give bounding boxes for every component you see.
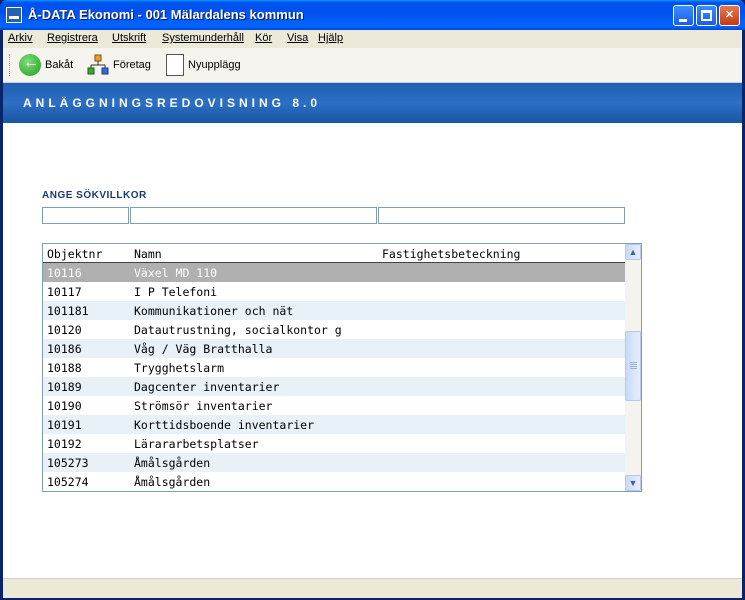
menu-bar: Arkiv Registrera Utskrift Systemunderhål… <box>3 30 742 48</box>
cell-namn: Korttidsboende inventarier <box>134 418 315 432</box>
list-row[interactable]: 105274 Åmålsgården <box>43 472 625 491</box>
cell-namn: Lärararbetsplatser <box>134 437 259 451</box>
status-bar <box>3 578 742 598</box>
cell-namn: Trygghetslarm <box>134 361 225 375</box>
list-row[interactable]: 101181 Kommunikationer och nät <box>43 301 625 320</box>
app-icon <box>6 7 22 23</box>
close-button[interactable]: ✕ <box>719 5 740 26</box>
back-arrow-icon <box>19 54 41 76</box>
cell-namn: Åmålsgården <box>134 475 211 489</box>
minimize-button[interactable] <box>673 5 694 26</box>
list-row[interactable]: 10120 Datautrustning, socialkontor g <box>43 320 625 339</box>
company-button[interactable]: Företag <box>87 54 151 76</box>
cell-objektnr: 10188 <box>47 361 82 375</box>
menu-systemunderhall[interactable]: Systemunderhåll <box>162 32 244 44</box>
menu-arkiv[interactable]: Arkiv <box>8 32 32 44</box>
cell-namn: Dagcenter inventarier <box>134 380 280 394</box>
cell-objektnr: 10186 <box>47 342 82 356</box>
list-row[interactable]: 10190 Strömsör inventarier <box>43 396 625 415</box>
cell-namn: Våg / Väg Bratthalla <box>134 342 273 356</box>
list-row[interactable]: 10191 Korttidsboende inventarier <box>43 415 625 434</box>
search-namn-input[interactable] <box>130 207 377 224</box>
banner-title: ANLÄGGNINGSREDOVISNING 8.0 <box>23 96 322 110</box>
cell-namn: Kommunikationer och nät <box>134 304 294 318</box>
cell-objektnr: 10120 <box>47 323 82 337</box>
cell-objektnr: 105273 <box>47 456 89 470</box>
client-area: Arkiv Registrera Utskrift Systemunderhål… <box>3 30 742 598</box>
new-label: Nyupplägg <box>188 59 241 71</box>
close-icon: ✕ <box>724 9 735 21</box>
document-icon <box>166 54 184 76</box>
menu-hjalp[interactable]: Hjälp <box>318 32 343 44</box>
cell-objektnr: 101181 <box>47 304 89 318</box>
list-header: Objektnr Namn Fastighetsbeteckning <box>43 244 625 263</box>
list-row[interactable]: 10188 Trygghetslarm <box>43 358 625 377</box>
cell-objektnr: 10190 <box>47 399 82 413</box>
app-banner: ANLÄGGNINGSREDOVISNING 8.0 <box>3 83 742 123</box>
list-row[interactable]: 10116 Växel MD 110 <box>43 263 625 282</box>
scroll-thumb[interactable] <box>625 331 641 401</box>
menu-kor[interactable]: Kör <box>255 32 272 44</box>
cell-objektnr: 10117 <box>47 285 82 299</box>
search-fastighet-input[interactable] <box>378 207 625 224</box>
list-row[interactable]: 105273 Åmålsgården <box>43 453 625 472</box>
list-row[interactable]: 10189 Dagcenter inventarier <box>43 377 625 396</box>
cell-objektnr: 10116 <box>47 266 82 280</box>
search-heading: ANGE SÖKVILLKOR <box>42 190 147 201</box>
list-row[interactable]: 10186 Våg / Väg Bratthalla <box>43 339 625 358</box>
column-header-objektnr[interactable]: Objektnr <box>47 247 102 261</box>
result-list[interactable]: Objektnr Namn Fastighetsbeteckning 10116… <box>42 243 642 492</box>
title-bar[interactable]: Å-DATA Ekonomi - 001 Mälardalens kommun … <box>0 0 745 30</box>
menu-visa[interactable]: Visa <box>287 32 308 44</box>
search-objektnr-input[interactable] <box>42 207 129 224</box>
maximize-button[interactable] <box>696 5 717 26</box>
cell-objektnr: 10191 <box>47 418 82 432</box>
cell-namn: Datautrustning, socialkontor g <box>134 323 342 337</box>
toolbar-grip[interactable] <box>9 54 13 76</box>
app-window: Å-DATA Ekonomi - 001 Mälardalens kommun … <box>0 0 745 600</box>
minimize-icon <box>679 19 687 22</box>
back-label: Bakåt <box>45 59 74 71</box>
window-title: Å-DATA Ekonomi - 001 Mälardalens kommun <box>28 7 304 22</box>
new-button[interactable]: Nyupplägg <box>166 54 241 76</box>
cell-namn: Växel MD 110 <box>134 266 218 280</box>
scroll-up-button[interactable]: ▲ <box>625 244 641 260</box>
vertical-scrollbar[interactable]: ▲ ▼ <box>625 244 641 491</box>
list-row[interactable]: 10117 I P Telefoni <box>43 282 625 301</box>
cell-objektnr: 10189 <box>47 380 82 394</box>
menu-registrera[interactable]: Registrera <box>47 32 98 44</box>
toolbar: Bakåt Företag Ny <box>3 48 742 83</box>
cell-objektnr: 105274 <box>47 475 89 489</box>
menu-utskrift[interactable]: Utskrift <box>112 32 146 44</box>
cell-namn: I P Telefoni <box>134 285 218 299</box>
org-chart-icon <box>87 54 109 76</box>
cell-objektnr: 10192 <box>47 437 82 451</box>
list-row[interactable]: 10192 Lärararbetsplatser <box>43 434 625 453</box>
column-header-namn[interactable]: Namn <box>134 247 162 261</box>
scroll-down-button[interactable]: ▼ <box>625 475 641 491</box>
maximize-icon <box>701 10 712 21</box>
cell-namn: Strömsör inventarier <box>134 399 273 413</box>
company-label: Företag <box>113 59 151 71</box>
cell-namn: Åmålsgården <box>134 456 211 470</box>
back-button[interactable]: Bakåt <box>19 54 73 76</box>
column-header-fastighet[interactable]: Fastighetsbeteckning <box>382 247 520 261</box>
